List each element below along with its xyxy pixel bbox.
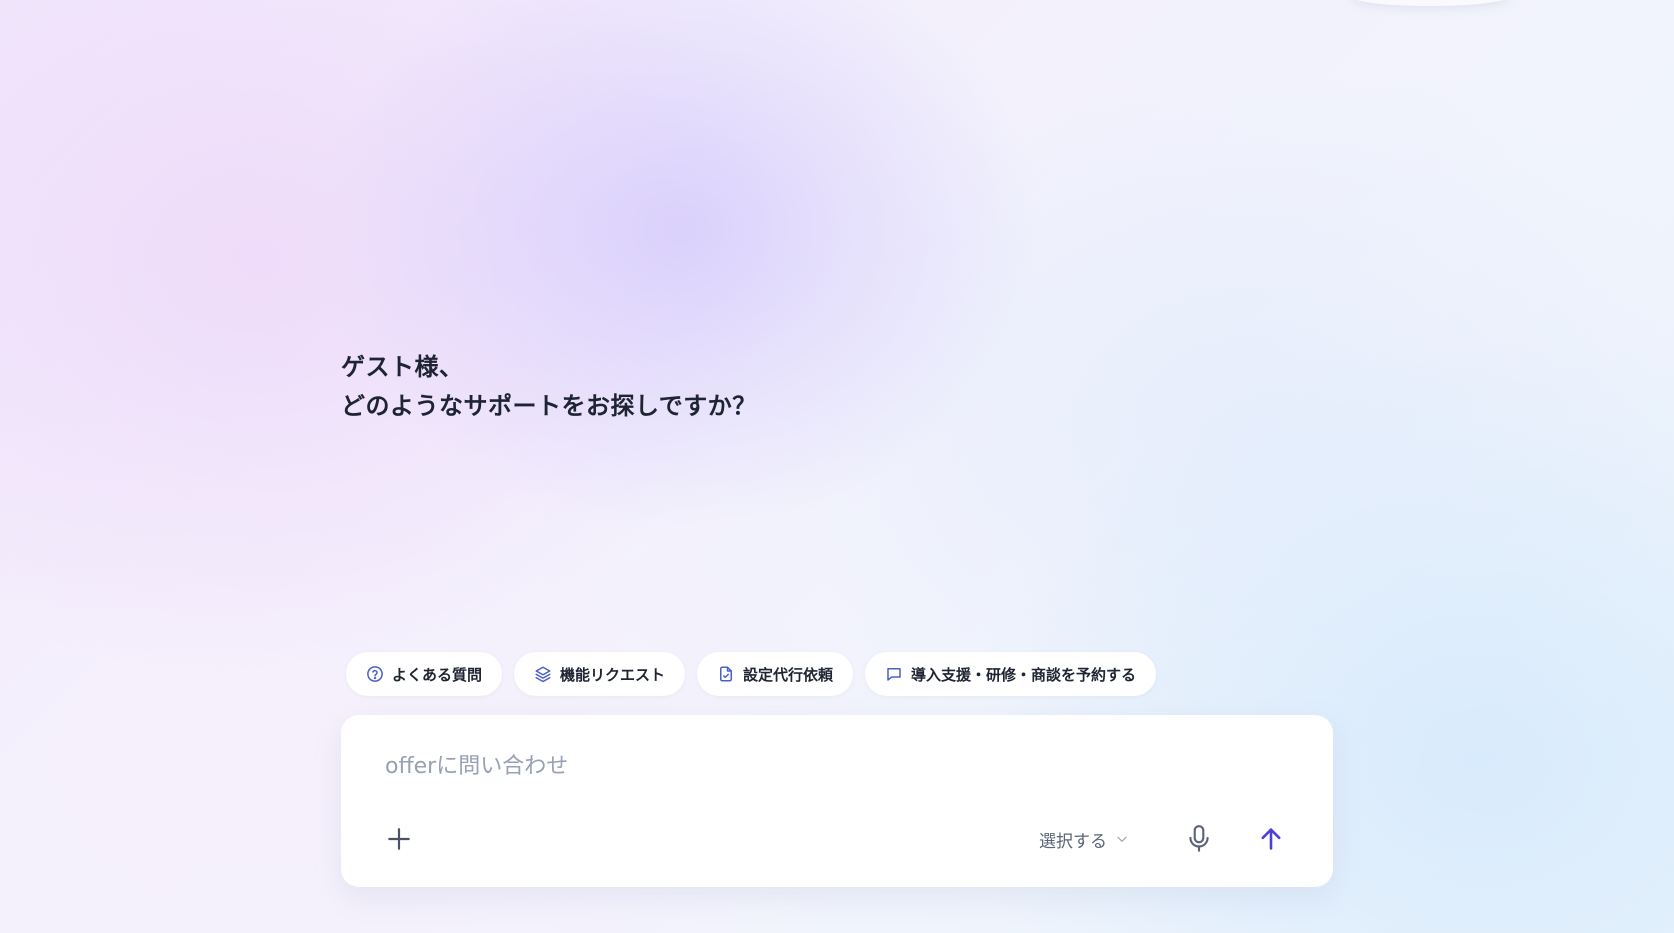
chip-feature-request-label: 機能リクエスト: [560, 665, 666, 684]
chip-feature-request[interactable]: 機能リクエスト: [514, 652, 686, 696]
question-circle-icon: [366, 665, 384, 683]
chip-faq-label: よくある質問: [392, 665, 483, 684]
chip-faq[interactable]: よくある質問: [346, 652, 503, 696]
chevron-down-icon: [1117, 836, 1127, 842]
voice-input-button[interactable]: [1179, 819, 1219, 859]
document-check-icon: [717, 665, 735, 683]
chip-setup-request[interactable]: 設定代行依頼: [697, 652, 854, 696]
mode-select-label: 選択する: [1039, 831, 1107, 852]
greeting-line-2: どのようなサポートをお探しですか？: [341, 392, 757, 420]
greeting-line-1: ゲスト様、: [341, 353, 464, 381]
plus-icon: [388, 828, 410, 850]
greeting-heading: ゲスト様、 どのようなサポートをお探しですか？: [341, 348, 757, 426]
chip-booking-label: 導入支援・研修・商談を予約する: [911, 665, 1137, 684]
layers-icon: [534, 665, 552, 683]
chip-booking[interactable]: 導入支援・研修・商談を予約する: [865, 652, 1157, 696]
message-input[interactable]: [383, 745, 1267, 787]
quick-action-chips: よくある質問 機能リクエスト 設定代行依頼 導入支援・研修・商談を予約する: [346, 652, 1157, 696]
send-button[interactable]: [1251, 819, 1291, 859]
mode-select-dropdown[interactable]: 選択する: [1039, 821, 1129, 857]
chat-bubble-icon: [885, 665, 903, 683]
message-composer: 選択する: [341, 715, 1333, 887]
chip-setup-request-label: 設定代行依頼: [743, 665, 834, 684]
microphone-icon: [1189, 825, 1209, 852]
add-attachment-button[interactable]: [381, 821, 417, 857]
arrow-up-icon: [1261, 828, 1281, 850]
